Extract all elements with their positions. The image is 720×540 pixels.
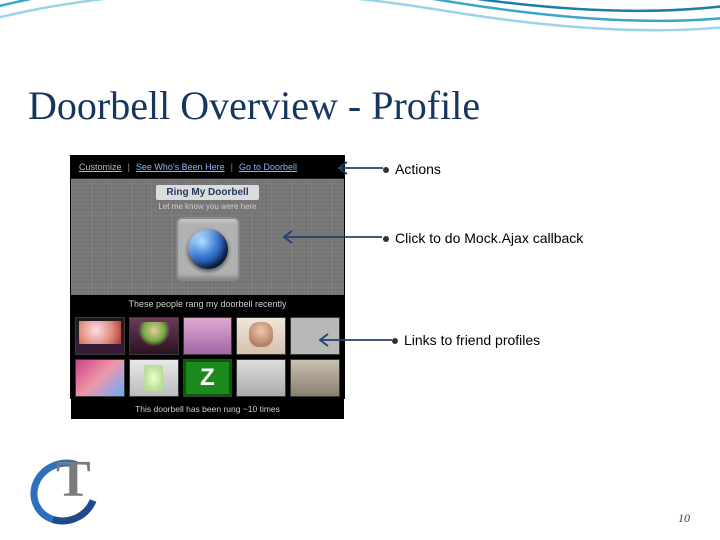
slide-title: Doorbell Overview - Profile <box>28 82 480 129</box>
friend-link[interactable] <box>236 317 286 355</box>
callout-text: Click to do Mock.Ajax callback <box>395 230 583 246</box>
arrow-icon <box>280 229 384 245</box>
arrow-icon <box>316 332 394 348</box>
bullet-icon <box>383 236 389 242</box>
callout-text: Actions <box>395 161 441 177</box>
doorbell-button[interactable] <box>188 229 228 269</box>
go-link[interactable]: Go to Doorbell <box>239 162 297 172</box>
page-number: 10 <box>678 511 690 526</box>
doorbell-plate <box>176 217 240 281</box>
callout-friends: Links to friend profiles <box>392 332 540 348</box>
friend-link[interactable] <box>75 317 125 355</box>
ring-subtitle: Let me know you were here <box>158 202 256 211</box>
divider-icon: | <box>231 162 233 172</box>
recent-visitors-label: These people rang my doorbell recently <box>71 295 344 313</box>
friend-link[interactable] <box>290 359 340 397</box>
divider-icon: | <box>128 162 130 172</box>
customize-link[interactable]: Customize <box>79 162 122 172</box>
friend-grid: Z <box>71 313 344 401</box>
arrow-icon <box>335 160 385 176</box>
who-link[interactable]: See Who's Been Here <box>136 162 225 172</box>
friend-link[interactable] <box>236 359 286 397</box>
ring-label: Ring My Doorbell <box>156 185 258 200</box>
actions-toolbar: Customize | See Who's Been Here | Go to … <box>71 156 344 179</box>
friend-link[interactable] <box>75 359 125 397</box>
embedded-screenshot: Customize | See Who's Been Here | Go to … <box>70 155 345 399</box>
friend-link[interactable] <box>183 317 233 355</box>
callout-actions: Actions <box>383 161 441 177</box>
callout-mockajax: Click to do Mock.Ajax callback <box>383 230 583 246</box>
ring-count-label: This doorbell has been rung ~10 times <box>71 401 344 419</box>
logo-letter: T <box>56 454 91 506</box>
friend-link[interactable] <box>129 317 179 355</box>
friend-link[interactable] <box>129 359 179 397</box>
callout-text: Links to friend profiles <box>404 332 540 348</box>
bullet-icon <box>392 338 398 344</box>
logo: T <box>30 454 110 514</box>
bullet-icon <box>383 167 389 173</box>
friend-link-z[interactable]: Z <box>183 359 233 397</box>
